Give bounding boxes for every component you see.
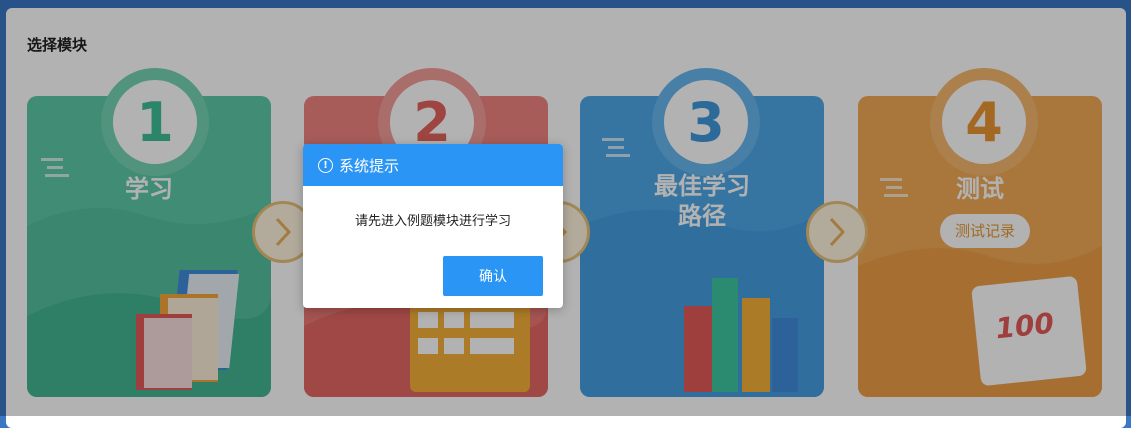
dialog-message: 请先进入例题模块进行学习 <box>354 214 511 229</box>
dialog-header: ! 系统提示 <box>303 144 563 186</box>
modal-overlay <box>0 0 1131 416</box>
system-prompt-dialog: ! 系统提示 请先进入例题模块进行学习 确认 <box>303 144 563 308</box>
info-icon: ! <box>318 157 333 173</box>
confirm-button[interactable]: 确认 <box>443 256 543 296</box>
dialog-title: 系统提示 <box>339 156 400 175</box>
